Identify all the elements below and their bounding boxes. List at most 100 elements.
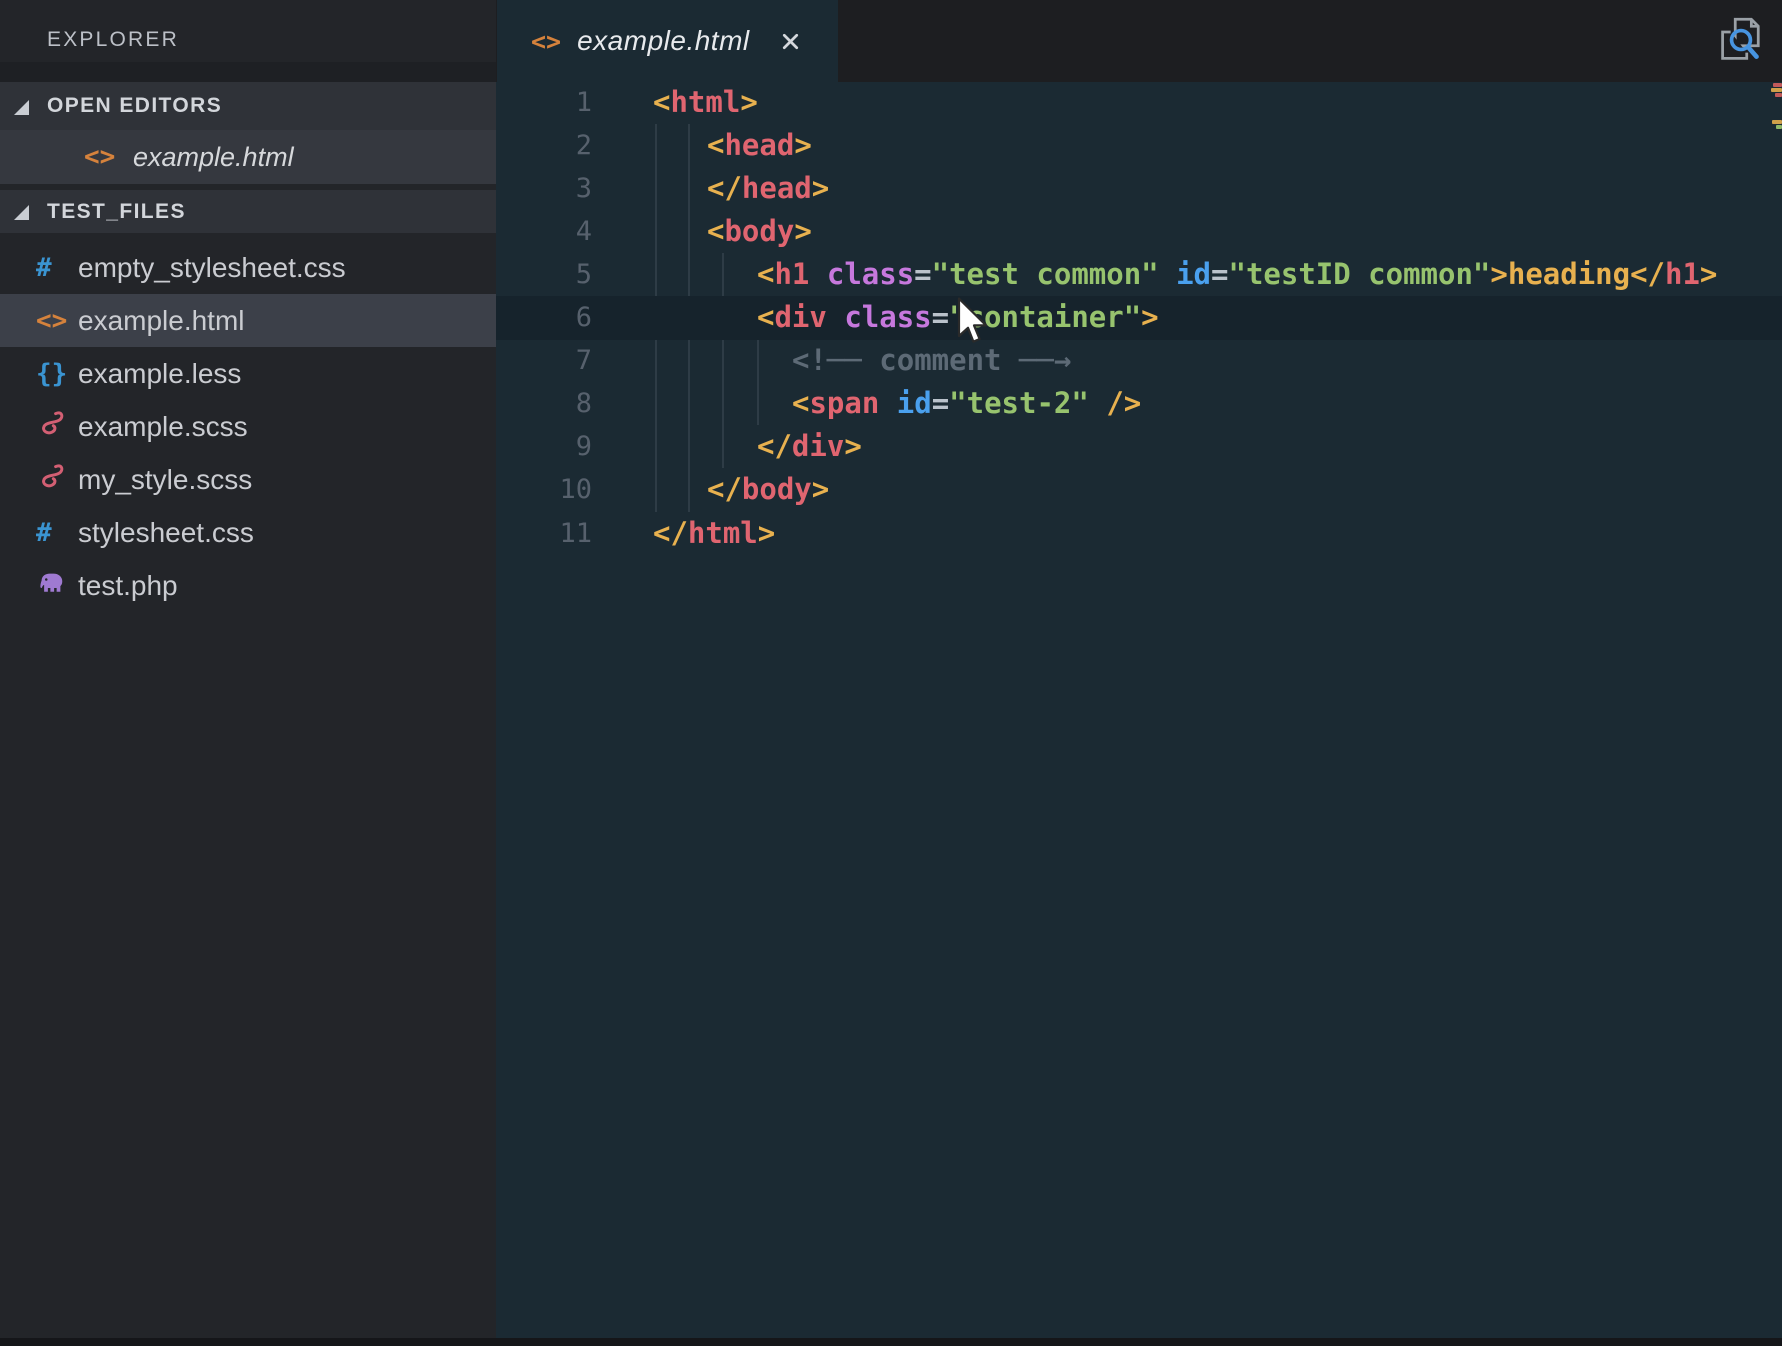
line-number: 11: [496, 512, 592, 555]
code-text: <body>: [707, 210, 812, 253]
code-text: </body>: [707, 468, 829, 511]
file-item-test.php[interactable]: test.php: [0, 559, 496, 612]
php-file-icon: [36, 568, 66, 603]
file-item-label: example.html: [78, 305, 245, 337]
token-str: "test common": [932, 257, 1159, 291]
token-attr2: id: [1176, 257, 1211, 291]
line-number: 7: [496, 339, 592, 382]
token-tag: html: [670, 85, 740, 119]
token-plain: [827, 300, 844, 334]
code-line-9[interactable]: 9 </div>: [496, 425, 1782, 468]
code-line-11[interactable]: 11</html>: [496, 512, 1782, 555]
minimap-code-mark: [1772, 120, 1782, 124]
token-com: <!── comment ──→: [792, 343, 1071, 377]
token-p: </: [707, 472, 742, 506]
sidebar-divider: [0, 62, 496, 82]
html-file-icon: <>: [531, 27, 561, 56]
file-item-label: empty_stylesheet.css: [78, 252, 346, 284]
file-item-my_style.scss[interactable]: my_style.scss: [0, 453, 496, 506]
line-number: 6: [496, 296, 592, 339]
line-number: 5: [496, 253, 592, 296]
collapse-triangle-icon[interactable]: [14, 100, 29, 115]
code-text: </div>: [757, 425, 862, 468]
token-tag: h1: [1665, 257, 1700, 291]
test-files-label: TEST_FILES: [47, 200, 186, 224]
mouse-cursor: [956, 297, 990, 352]
file-item-label: my_style.scss: [78, 464, 252, 496]
code-text: <span id="test-2" />: [792, 382, 1141, 425]
css-file-icon: #: [36, 255, 52, 281]
minimap-code-mark: [1773, 83, 1782, 87]
file-item-example.html[interactable]: <> example.html: [0, 294, 496, 347]
token-eq: =: [932, 386, 949, 420]
line-number: 4: [496, 210, 592, 253]
token-p: </: [707, 171, 742, 205]
token-plain: [1159, 257, 1176, 291]
token-tag: head: [742, 171, 812, 205]
code-line-2[interactable]: 2 <head>: [496, 124, 1782, 167]
code-line-6[interactable]: 6<div class="container">: [496, 296, 1782, 339]
open-editor-item-example.html[interactable]: <>example.html: [0, 130, 496, 184]
token-p: <: [792, 386, 809, 420]
token-p: >: [1490, 257, 1507, 291]
code-editor[interactable]: 1<html>2<head>3</head>4<body>5<h1 class=…: [496, 82, 1782, 1346]
close-tab-button[interactable]: [778, 29, 803, 54]
code-line-4[interactable]: 4 <body>: [496, 210, 1782, 253]
file-item-stylesheet.css[interactable]: #stylesheet.css: [0, 506, 496, 559]
token-attr2: id: [897, 386, 932, 420]
explorer-sidebar: EXPLORER OPEN EDITORS <> example.html TES…: [0, 0, 496, 1346]
token-plain: [879, 386, 896, 420]
code-text: <head>: [707, 124, 812, 167]
css-file-icon: #: [36, 520, 52, 546]
scss-file-icon: [36, 409, 66, 444]
code-line-3[interactable]: 3 </head>: [496, 167, 1782, 210]
line-number: 9: [496, 425, 592, 468]
token-p: <: [653, 85, 670, 119]
token-p: >: [812, 171, 829, 205]
token-str: "test-2": [949, 386, 1089, 420]
token-attr: class: [827, 257, 914, 291]
token-p: >: [794, 214, 811, 248]
collapse-triangle-icon[interactable]: [14, 205, 29, 220]
token-p: >: [1141, 300, 1158, 334]
code-line-1[interactable]: 1<html>: [496, 81, 1782, 124]
html-file-icon: <>: [36, 308, 67, 334]
token-tag: div: [792, 429, 844, 463]
open-editor-item-label: example.html: [133, 142, 294, 173]
token-p: </: [757, 429, 792, 463]
token-plain: [1089, 386, 1106, 420]
code-text: <html>: [653, 81, 758, 124]
minimap-code-mark: [1776, 125, 1782, 129]
code-text: <h1 class="test common" id="testID commo…: [757, 253, 1717, 296]
token-tag: body: [742, 472, 812, 506]
file-item-example.less[interactable]: {}example.less: [0, 347, 496, 400]
file-item-empty_stylesheet.css[interactable]: # empty_stylesheet.css: [0, 241, 496, 294]
token-p: <: [707, 214, 724, 248]
file-item-label: example.less: [78, 358, 241, 390]
close-icon: [778, 29, 803, 54]
code-line-8[interactable]: 8<span id="test-2" />: [496, 382, 1782, 425]
file-item-label: test.php: [78, 570, 178, 602]
tab-example-html[interactable]: <> example.html: [497, 0, 838, 82]
token-p: >: [1700, 257, 1717, 291]
token-p: />: [1106, 386, 1141, 420]
token-text: heading: [1508, 257, 1630, 291]
line-number: 3: [496, 167, 592, 210]
open-preview-button[interactable]: [1718, 16, 1764, 64]
code-line-7[interactable]: 7 <!── comment ──→: [496, 339, 1782, 382]
scss-file-icon: [36, 462, 66, 497]
explorer-title: EXPLORER: [47, 28, 179, 52]
token-p: </: [1630, 257, 1665, 291]
code-line-5[interactable]: 5 <h1 class="test common" id="testID comm…: [496, 253, 1782, 296]
tab-title: example.html: [577, 25, 750, 57]
open-editors-header[interactable]: OPEN EDITORS: [0, 82, 496, 130]
token-tag: div: [774, 300, 826, 334]
window-bottom-edge: [0, 1338, 1782, 1346]
open-editors-label: OPEN EDITORS: [47, 94, 222, 118]
line-number: 2: [496, 124, 592, 167]
token-p: >: [844, 429, 861, 463]
file-item-example.scss[interactable]: example.scss: [0, 400, 496, 453]
test-files-header[interactable]: TEST_FILES: [0, 190, 496, 233]
vscode-window: EXPLORER OPEN EDITORS <>example.html TES…: [0, 0, 1782, 1346]
code-line-10[interactable]: 10</body>: [496, 468, 1782, 511]
